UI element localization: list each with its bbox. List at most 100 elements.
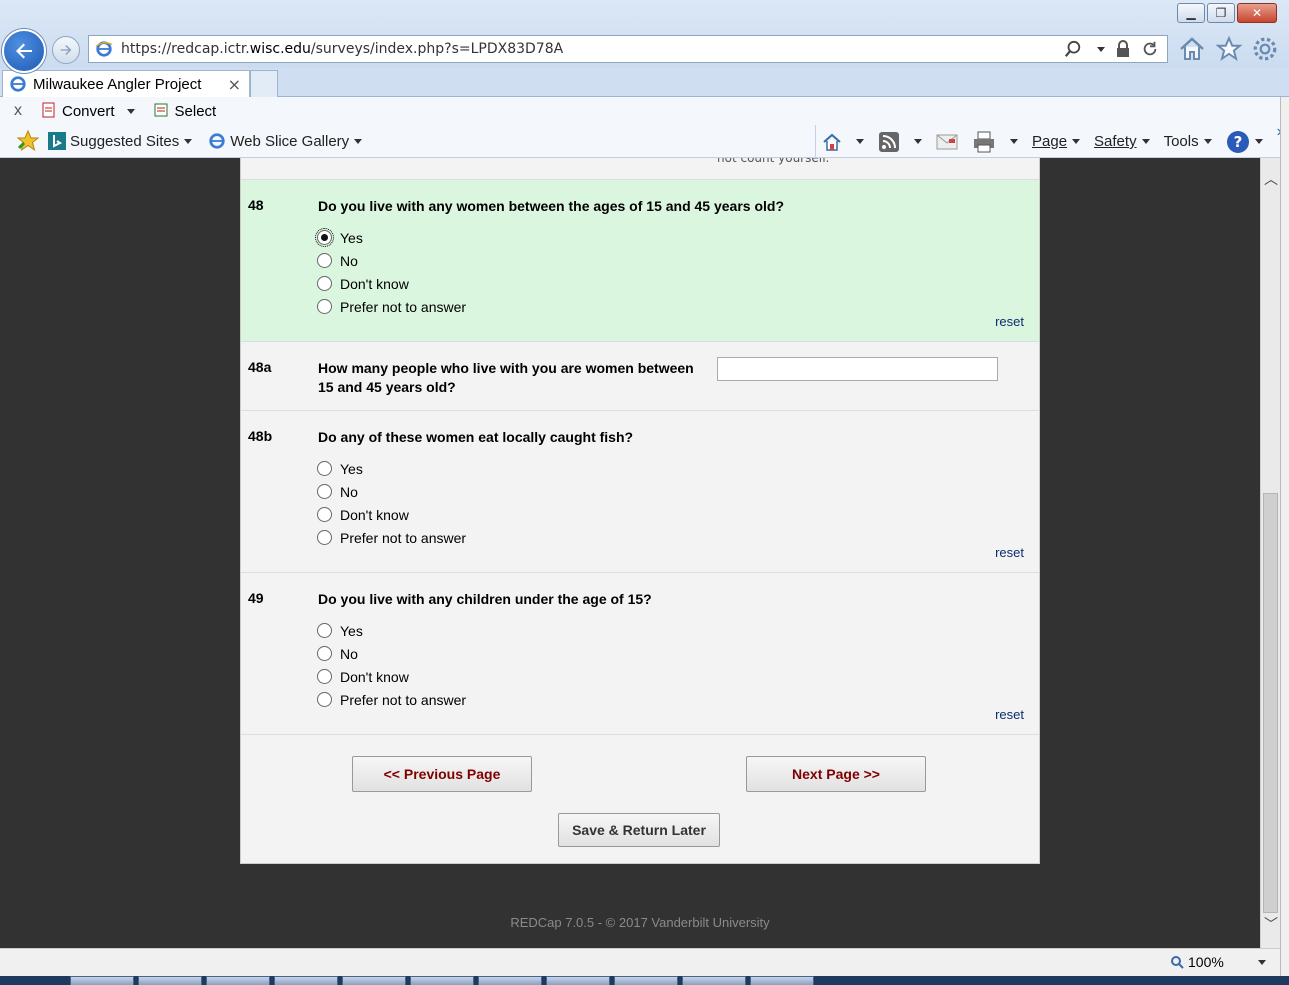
taskbar-item[interactable] xyxy=(274,976,338,985)
reset-link[interactable]: reset xyxy=(995,545,1024,560)
radio-button[interactable] xyxy=(317,692,332,707)
taskbar-item[interactable] xyxy=(206,976,270,985)
women-count-input[interactable] xyxy=(717,357,998,381)
new-tab-button[interactable] xyxy=(250,70,278,97)
radio-button[interactable] xyxy=(317,623,332,638)
next-page-button[interactable]: Next Page >> xyxy=(746,756,926,792)
zoom-dropdown-icon[interactable] xyxy=(1257,959,1266,965)
search-icon[interactable] xyxy=(1064,40,1082,58)
close-window-button[interactable]: ✕ xyxy=(1237,3,1277,23)
taskbar-item[interactable] xyxy=(138,976,202,985)
scroll-thumb[interactable] xyxy=(1263,493,1278,913)
option-prefer-not[interactable]: Prefer not to answer xyxy=(317,295,466,318)
option-prefer-not[interactable]: Prefer not to answer xyxy=(317,688,466,711)
radio-button[interactable] xyxy=(317,530,332,545)
back-button[interactable] xyxy=(2,29,46,73)
vertical-scrollbar[interactable]: ︿ ﹀ xyxy=(1260,158,1280,948)
web-slice-dropdown-icon[interactable] xyxy=(354,138,363,144)
option-no[interactable]: No xyxy=(317,480,466,503)
taskbar-item[interactable] xyxy=(546,976,610,985)
option-yes[interactable]: Yes xyxy=(317,457,466,480)
convert-dropdown-icon[interactable] xyxy=(126,108,135,114)
radio-button[interactable] xyxy=(317,484,332,499)
option-label[interactable]: No xyxy=(340,646,358,662)
suggested-sites-dropdown-icon[interactable] xyxy=(184,138,193,144)
option-label[interactable]: Yes xyxy=(340,623,363,639)
radio-button[interactable] xyxy=(317,299,332,314)
previous-page-button[interactable]: << Previous Page xyxy=(352,756,532,792)
taskbar-item[interactable] xyxy=(682,976,746,985)
option-label[interactable]: Don't know xyxy=(340,669,409,685)
option-dont-know[interactable]: Don't know xyxy=(317,272,466,295)
print-command[interactable] xyxy=(972,131,1018,153)
option-label[interactable]: Yes xyxy=(340,461,363,477)
window-controls: ▁ ❐ ✕ xyxy=(1175,3,1277,23)
favorites-star-icon[interactable] xyxy=(1216,36,1242,62)
save-return-later-button[interactable]: Save & Return Later xyxy=(558,813,720,847)
taskbar-item[interactable] xyxy=(478,976,542,985)
minimize-button[interactable]: ▁ xyxy=(1177,3,1205,23)
refresh-icon[interactable] xyxy=(1141,40,1159,58)
read-mail-command[interactable] xyxy=(936,134,958,150)
tools-menu[interactable]: Tools xyxy=(1164,133,1212,150)
reset-link[interactable]: reset xyxy=(995,707,1024,722)
address-bar[interactable]: https://redcap.ictr.wisc.edu/surveys/ind… xyxy=(88,35,1168,63)
feeds-command[interactable] xyxy=(878,131,922,153)
option-no[interactable]: No xyxy=(317,249,466,272)
option-prefer-not[interactable]: Prefer not to answer xyxy=(317,526,466,549)
radio-button[interactable] xyxy=(317,253,332,268)
option-no[interactable]: No xyxy=(317,642,466,665)
option-dont-know[interactable]: Don't know xyxy=(317,503,466,526)
page-menu[interactable]: Page xyxy=(1032,133,1081,150)
tab-milwaukee-angler-project[interactable]: Milwaukee Angler Project × xyxy=(2,70,250,97)
taskbar-item[interactable] xyxy=(750,976,814,985)
home-icon[interactable] xyxy=(1178,36,1206,62)
select-button[interactable]: Select xyxy=(153,102,216,120)
reset-link[interactable]: reset xyxy=(995,314,1024,329)
settings-gear-icon[interactable] xyxy=(1252,36,1278,62)
option-yes[interactable]: Yes xyxy=(317,619,466,642)
option-label[interactable]: No xyxy=(340,484,358,500)
option-label[interactable]: Prefer not to answer xyxy=(340,692,466,708)
convert-button[interactable]: Convert xyxy=(40,102,135,120)
scroll-up-icon[interactable]: ︿ xyxy=(1261,168,1281,190)
url-text[interactable]: https://redcap.ictr.wisc.edu/surveys/ind… xyxy=(121,41,1064,57)
search-dropdown-icon[interactable] xyxy=(1097,46,1105,52)
favorites-add-icon[interactable] xyxy=(16,129,40,153)
radio-button[interactable] xyxy=(317,669,332,684)
option-label[interactable]: No xyxy=(340,253,358,269)
restore-button[interactable]: ❐ xyxy=(1207,3,1235,23)
radio-button[interactable] xyxy=(317,646,332,661)
home-dropdown-icon[interactable] xyxy=(856,139,864,144)
option-label[interactable]: Prefer not to answer xyxy=(340,299,466,315)
taskbar-item[interactable] xyxy=(70,976,134,985)
scroll-down-icon[interactable]: ﹀ xyxy=(1261,913,1281,935)
option-label[interactable]: Don't know xyxy=(340,507,409,523)
option-label[interactable]: Prefer not to answer xyxy=(340,530,466,546)
zoom-control[interactable]: 100% xyxy=(1170,954,1266,970)
radio-button[interactable] xyxy=(317,461,332,476)
toolbar-close-icon[interactable]: x xyxy=(14,102,22,120)
radio-group-48b: Yes No Don't know Prefer not to answer xyxy=(317,457,466,549)
option-dont-know[interactable]: Don't know xyxy=(317,665,466,688)
pdf-convert-icon xyxy=(42,102,55,118)
option-label[interactable]: Yes xyxy=(340,230,363,246)
taskbar-item[interactable] xyxy=(614,976,678,985)
web-slice-gallery-link[interactable]: Web Slice Gallery xyxy=(208,132,363,150)
feeds-dropdown-icon[interactable] xyxy=(914,139,922,144)
help-menu[interactable]: ? xyxy=(1226,130,1263,154)
radio-button[interactable] xyxy=(317,507,332,522)
safety-menu[interactable]: Safety xyxy=(1094,133,1150,150)
lock-icon[interactable] xyxy=(1115,40,1131,58)
taskbar-item[interactable] xyxy=(342,976,406,985)
suggested-sites-link[interactable]: Suggested Sites xyxy=(48,132,193,150)
radio-button-selected[interactable] xyxy=(315,228,334,247)
tab-close-icon[interactable]: × xyxy=(228,75,241,94)
option-label[interactable]: Don't know xyxy=(340,276,409,292)
forward-button[interactable] xyxy=(52,36,80,64)
print-dropdown-icon[interactable] xyxy=(1010,139,1018,144)
home-command[interactable] xyxy=(822,132,864,152)
option-yes[interactable]: Yes xyxy=(315,226,466,249)
radio-button[interactable] xyxy=(317,276,332,291)
taskbar-item[interactable] xyxy=(410,976,474,985)
